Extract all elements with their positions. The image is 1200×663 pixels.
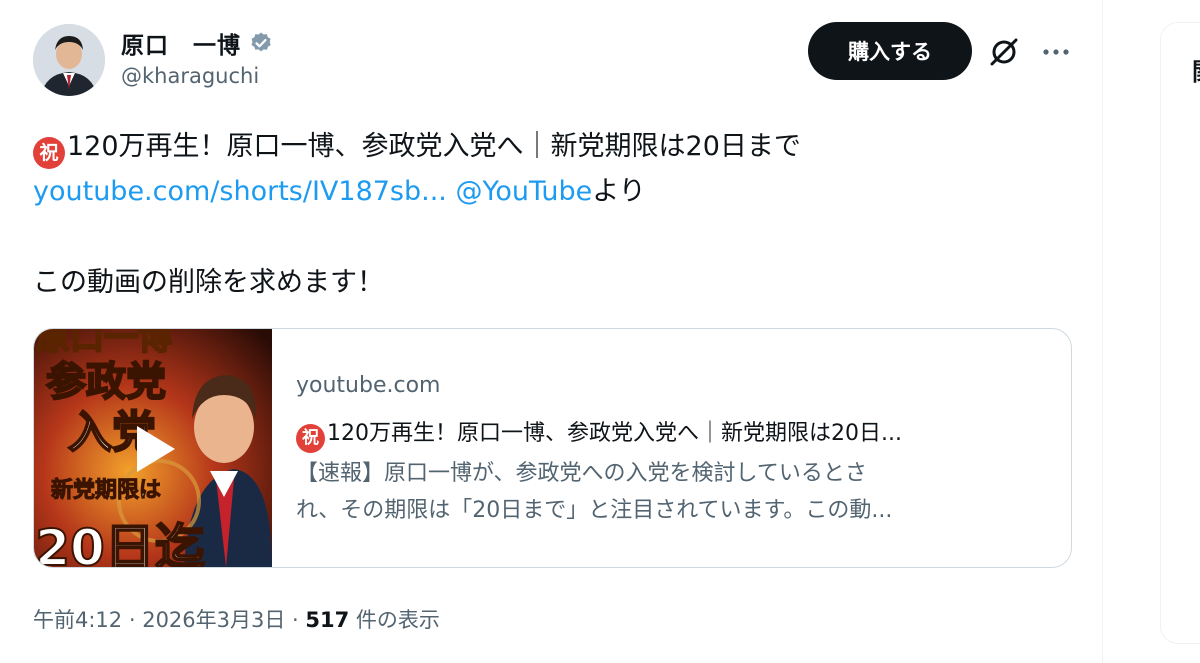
right-sidebar-panel <box>1160 22 1200 644</box>
right-sidebar-heading-partial: 関 <box>1192 52 1200 87</box>
youtube-mention[interactable]: @YouTube <box>455 176 592 207</box>
tweet-date[interactable]: 2026年3月3日 <box>142 608 285 632</box>
view-count-label: 件の表示 <box>349 608 440 632</box>
more-options-icon[interactable] <box>1040 36 1072 68</box>
tweet-text-suffix: より <box>592 176 646 207</box>
celebration-emoji-icon: 祝 <box>33 137 65 169</box>
buy-button[interactable]: 購入する <box>808 22 972 80</box>
verified-badge-icon <box>251 32 271 52</box>
tweet-text-line-1: 祝 120万再生！原口一博、参政党入党へ｜新党期限は20日まで <box>33 129 801 169</box>
tweet-text-headline: 120万再生！原口一博、参政党入党へ｜新党期限は20日まで <box>67 131 801 162</box>
thumbnail-image: 原口一博 参政党 入党 新党期限は 20日迄 <box>34 329 272 567</box>
card-title: 祝 120万再生！原口一博、参政党入党へ｜新党期限は20日... <box>296 415 1046 453</box>
card-domain: youtube.com <box>296 373 441 398</box>
tweet-article: 原口 一博 @kharaguchi 購入する 祝 120万再生！原口一博、参政党入… <box>0 0 1102 663</box>
author-handle[interactable]: @kharaguchi <box>121 64 259 88</box>
meta-separator: · <box>122 608 143 632</box>
view-count: 517 <box>305 608 350 632</box>
thumbnail-text-sub: 新党期限は <box>51 477 161 503</box>
tweet-text-line-2: youtube.com/shorts/IV187sb... @YouTubeより <box>33 174 646 210</box>
meta-separator: · <box>285 608 306 632</box>
card-description: 【速報】原口一博が、参政党への入党を検討しているとさ れ、その期限は「20日まで… <box>296 455 1036 529</box>
link-preview-card[interactable]: 原口一博 参政党 入党 新党期限は 20日迄 youtube.com 祝 120万… <box>33 328 1072 568</box>
thumbnail-text-mid1: 参政党 <box>46 359 166 405</box>
youtube-link[interactable]: youtube.com/shorts/IV187sb... <box>33 176 447 207</box>
tweet-metadata: 午前4:12 · 2026年3月3日 · 517 件の表示 <box>33 604 440 634</box>
thumbnail-text-top: 原口一博 <box>36 329 172 358</box>
author-display-name[interactable]: 原口 一博 <box>121 26 241 60</box>
thumbnail-text-bottom: 20日迄 <box>35 519 205 567</box>
video-thumbnail[interactable]: 原口一博 参政党 入党 新党期限は 20日迄 <box>34 329 272 567</box>
card-title-text: 120万再生！原口一博、参政党入党へ｜新党期限は20日... <box>327 421 902 446</box>
avatar[interactable] <box>33 24 105 96</box>
avatar-image <box>33 24 105 96</box>
tweet-text-line-3: この動画の削除を求めます！ <box>33 267 384 298</box>
grok-icon[interactable] <box>987 35 1021 69</box>
tweet-time[interactable]: 午前4:12 <box>33 608 122 632</box>
author-name-row[interactable]: 原口 一博 <box>121 26 273 60</box>
celebration-emoji-icon: 祝 <box>296 424 325 453</box>
card-description-line-1: 【速報】原口一博が、参政党への入党を検討しているとさ <box>296 461 867 486</box>
timeline-divider <box>1102 0 1103 663</box>
card-description-line-2: れ、その期限は「20日まで」と注目されています。この動... <box>296 498 893 523</box>
